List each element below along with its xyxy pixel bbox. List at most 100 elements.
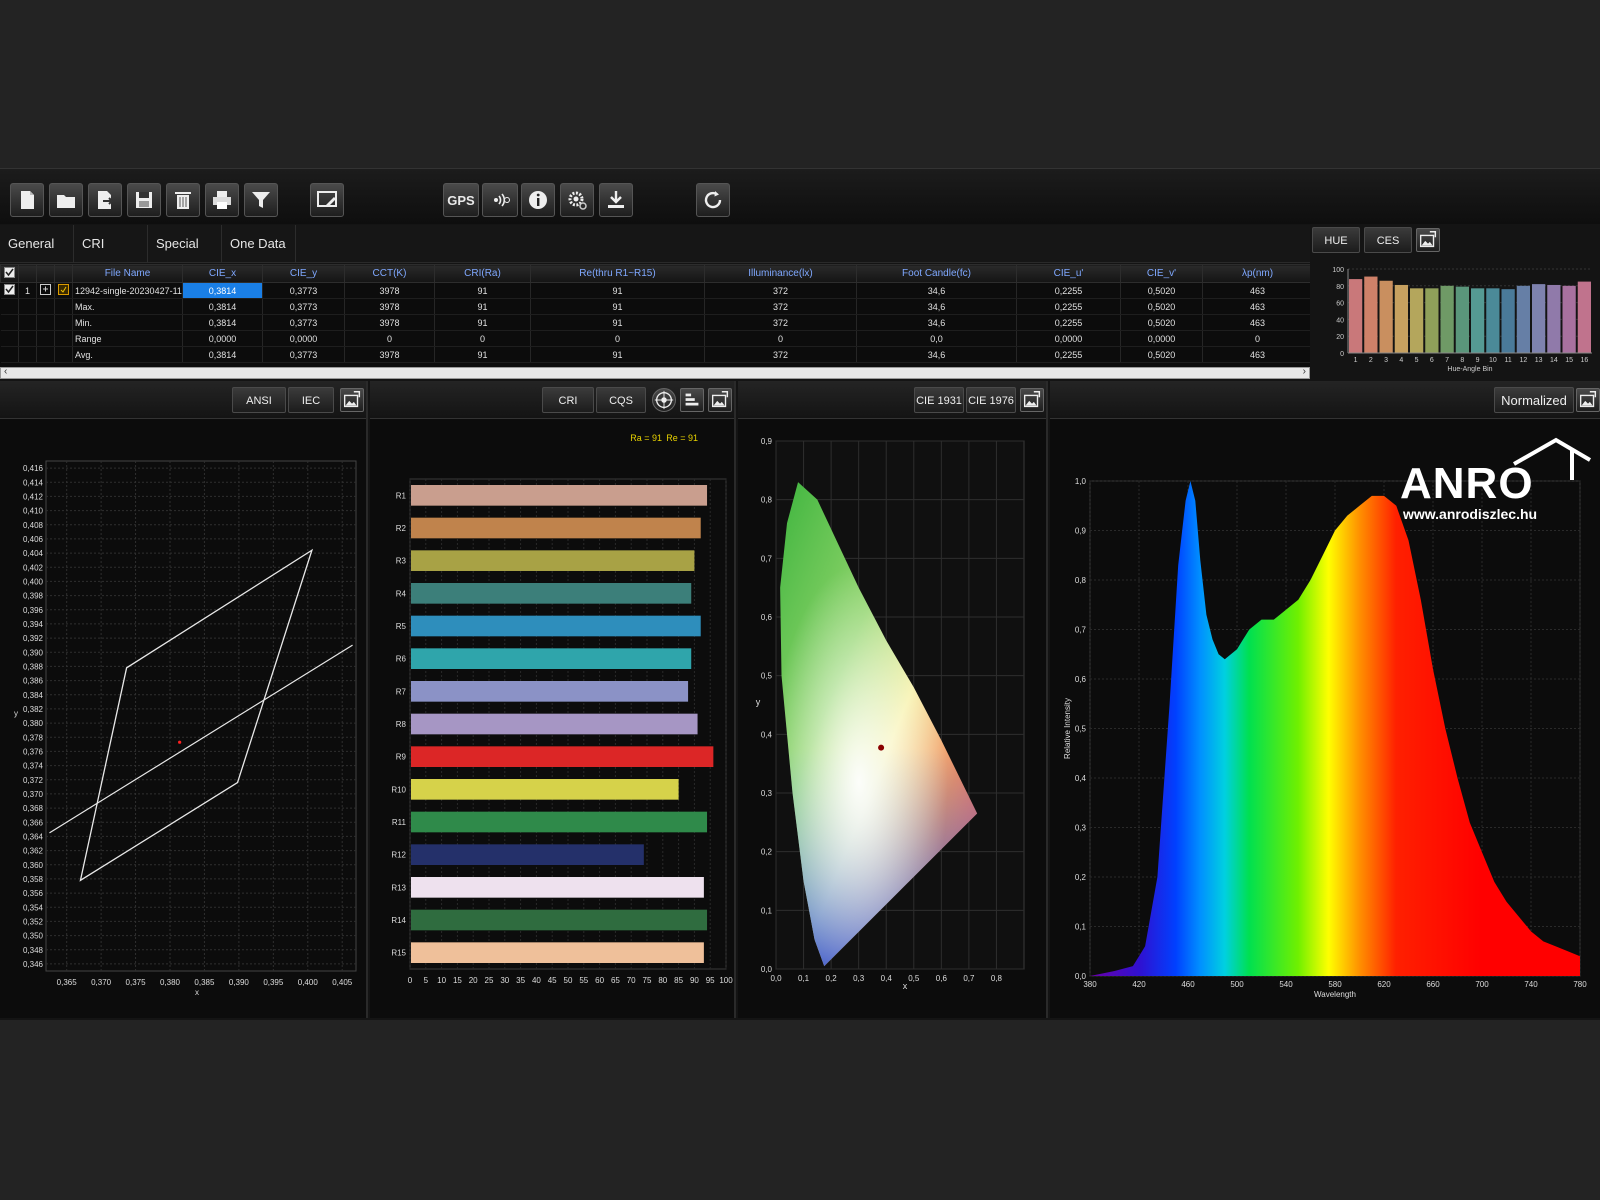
target-icon[interactable] — [652, 388, 676, 412]
download-icon[interactable] — [599, 183, 633, 217]
col-header[interactable]: CIE_x — [182, 264, 263, 283]
table-cell: 0,2255 — [1016, 346, 1121, 363]
col-header[interactable]: CIE_v' — [1120, 264, 1203, 283]
table-cell: 34,6 — [856, 282, 1017, 299]
tab-general[interactable]: General — [0, 225, 74, 263]
table-cell: 0 — [530, 330, 705, 347]
tab-special[interactable]: Special — [148, 225, 222, 263]
tab-ansi[interactable]: ANSI — [232, 387, 286, 413]
y-tick-label: 0,354 — [23, 903, 44, 912]
export-image-icon[interactable] — [1020, 388, 1044, 412]
row-edit-icon[interactable] — [36, 282, 55, 299]
normalized-toggle[interactable]: Normalized — [1494, 387, 1574, 413]
y-tick-label: 0,414 — [23, 478, 44, 487]
hue-bar — [1471, 288, 1485, 353]
save-icon[interactable] — [127, 183, 161, 217]
row-status-icon[interactable] — [54, 282, 73, 299]
table-cell: 372 — [704, 298, 857, 315]
tab-cqs[interactable]: CQS — [596, 387, 646, 413]
tab-cri[interactable]: CRI — [74, 225, 148, 263]
export-image-icon[interactable] — [708, 388, 732, 412]
select-all-checkbox[interactable] — [0, 264, 19, 283]
y-tick-label: 0,396 — [23, 606, 44, 615]
col-header[interactable]: Re(thru R1~R15) — [530, 264, 705, 283]
bar-layout-icon[interactable] — [680, 388, 704, 412]
table-cell: 0,3773 — [262, 298, 345, 315]
tab-hue[interactable]: HUE — [1312, 227, 1360, 253]
gps-button[interactable]: GPS — [443, 183, 479, 217]
table-row: Range 0,0000 0,0000 0 0 0 0 0,0 0,0000 0… — [0, 330, 1313, 347]
x-tick-label: 15 — [1565, 357, 1573, 364]
y-tick-label: 0,9 — [1075, 527, 1087, 536]
scroll-right-icon[interactable]: › — [1303, 366, 1306, 377]
tab-cie-1976[interactable]: CIE 1976 — [966, 387, 1016, 413]
edit-report-icon[interactable] — [310, 183, 344, 217]
stat-label: Range — [72, 330, 183, 347]
x-tick-label: 460 — [1181, 980, 1195, 989]
col-header[interactable]: Foot Candle(fc) — [856, 264, 1017, 283]
tab-cie-1931[interactable]: CIE 1931 — [914, 387, 964, 413]
re-label: Re = 91 — [666, 433, 698, 443]
col-header[interactable]: File Name — [72, 264, 183, 283]
settings-gear-icon[interactable] — [560, 183, 594, 217]
hue-bar — [1394, 284, 1408, 353]
table-cell: 0,2255 — [1016, 282, 1121, 299]
y-tick-label: 0,382 — [23, 705, 44, 714]
open-folder-icon[interactable] — [49, 183, 83, 217]
logo-url: www.anrodiszlec.hu — [1403, 506, 1538, 522]
export-image-icon[interactable] — [1416, 228, 1440, 252]
delete-icon[interactable] — [166, 183, 200, 217]
y-tick-label: 0,2 — [761, 848, 773, 857]
table-cell: 3978 — [344, 346, 435, 363]
x-tick-label: 0 — [408, 976, 413, 985]
tab-cri-chart[interactable]: CRI — [542, 387, 594, 413]
col-header[interactable]: Illuminance(lx) — [704, 264, 857, 283]
print-icon[interactable] — [205, 183, 239, 217]
table-horizontal-scrollbar[interactable]: ‹ › — [0, 366, 1310, 379]
y-tick-label: 0,1 — [1075, 923, 1087, 932]
x-tick-label: 0,7 — [963, 974, 975, 983]
main-toolbar: GPS — [0, 168, 1600, 224]
new-file-icon[interactable] — [10, 183, 44, 217]
y-tick-label: 0,368 — [23, 804, 44, 813]
tab-ces[interactable]: CES — [1364, 227, 1412, 253]
table-cell: 0,3773 — [262, 346, 345, 363]
table-cell[interactable]: 0,3814 — [182, 282, 263, 299]
y-tick-label: 0,388 — [23, 662, 44, 671]
col-header[interactable]: CCT(K) — [344, 264, 435, 283]
x-tick-label: 380 — [1083, 980, 1097, 989]
export-image-icon[interactable] — [340, 388, 364, 412]
x-tick-label: 55 — [579, 976, 588, 985]
col-header[interactable]: CIE_y — [262, 264, 345, 283]
x-tick-label: 0,3 — [853, 974, 865, 983]
table-cell: 0,5020 — [1120, 314, 1203, 331]
col-header[interactable]: λp(nm) — [1202, 264, 1313, 283]
row-checkbox[interactable] — [0, 282, 19, 299]
table-cell: 3978 — [344, 314, 435, 331]
x-tick-label: 15 — [453, 976, 462, 985]
x-tick-label: 0,400 — [298, 978, 319, 987]
hue-bar — [1379, 280, 1393, 353]
table-row: Min. 0,3814 0,3773 3978 91 91 372 34,6 0… — [0, 314, 1313, 331]
info-icon[interactable] — [521, 183, 555, 217]
y-tick-label: 0,372 — [23, 776, 44, 785]
stat-label: Min. — [72, 314, 183, 331]
export-icon[interactable] — [88, 183, 122, 217]
col-header[interactable]: CIE_u' — [1016, 264, 1121, 283]
cri-bar — [411, 681, 689, 702]
tab-iec[interactable]: IEC — [288, 387, 334, 413]
x-tick-label: 500 — [1230, 980, 1244, 989]
wireless-icon[interactable] — [482, 183, 518, 217]
scroll-left-icon[interactable]: ‹ — [4, 366, 7, 377]
col-header[interactable]: CRI(Ra) — [434, 264, 531, 283]
export-image-icon[interactable] — [1576, 388, 1600, 412]
filter-icon[interactable] — [244, 183, 278, 217]
table-cell: 463 — [1202, 346, 1313, 363]
y-tick-label: 0,364 — [23, 832, 44, 841]
x-tick-label: 0,1 — [798, 974, 810, 983]
refresh-icon[interactable] — [696, 183, 730, 217]
tab-one-data[interactable]: One Data — [222, 225, 296, 263]
table-row[interactable]: 1 12942-single-20230427-114418 0,3814 0,… — [0, 282, 1313, 299]
y-tick-label: 100 — [1332, 267, 1344, 274]
hue-bar — [1501, 289, 1515, 353]
